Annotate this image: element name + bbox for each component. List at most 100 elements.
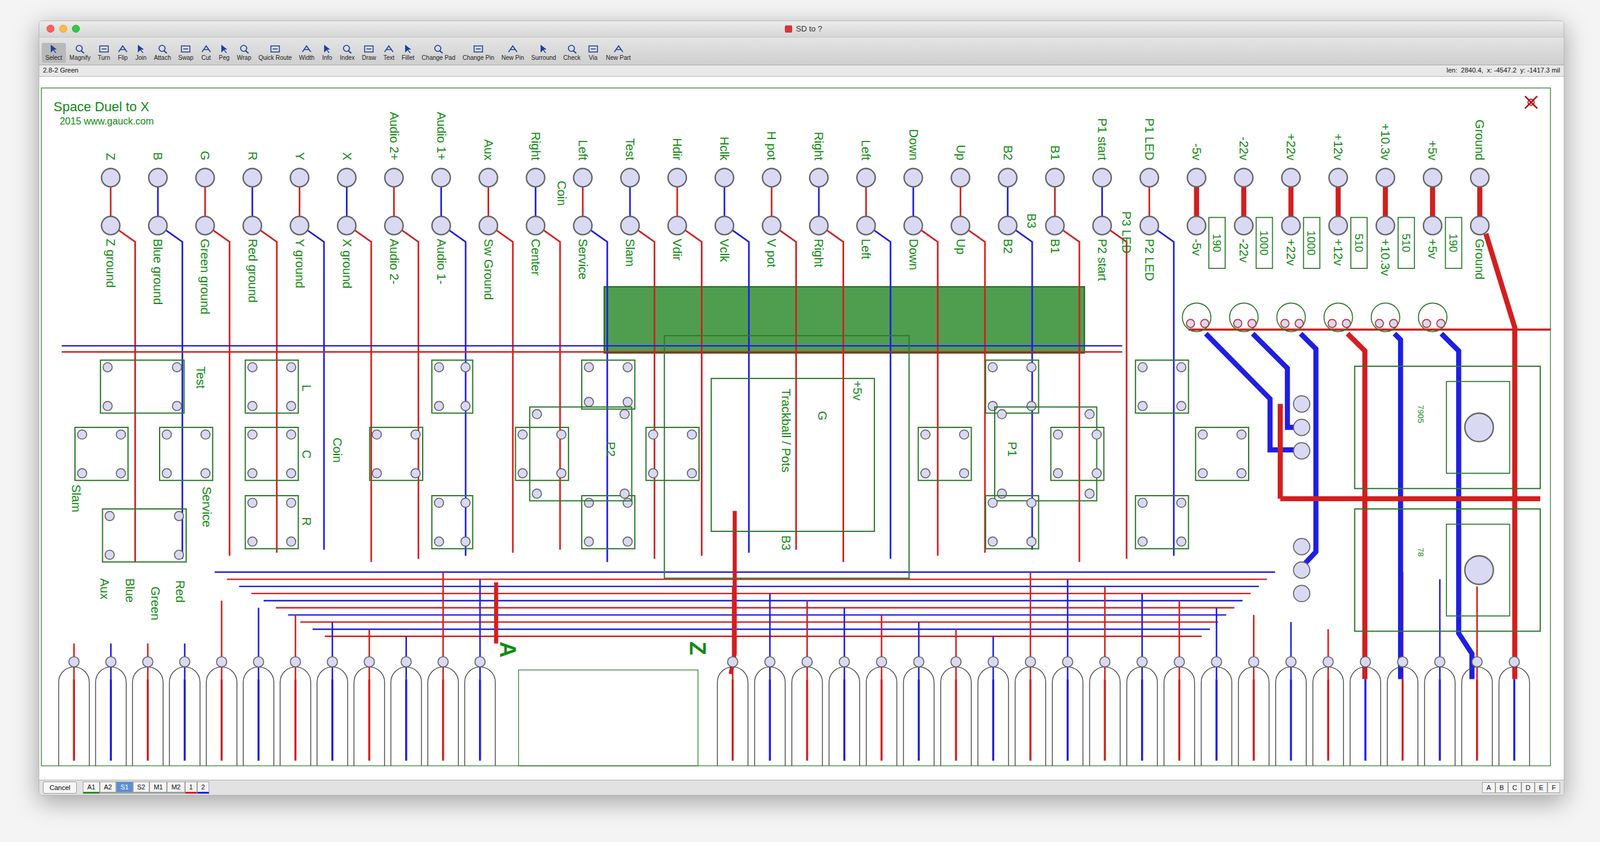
pad[interactable] <box>1234 216 1253 235</box>
toolbar-button[interactable]: Index <box>336 42 358 63</box>
edge-finger[interactable] <box>1387 656 1418 766</box>
pad[interactable] <box>998 216 1017 235</box>
edge-finger[interactable] <box>829 656 860 766</box>
pad[interactable] <box>195 168 215 187</box>
pad[interactable] <box>762 216 781 235</box>
pad[interactable] <box>951 168 970 187</box>
toolbar-button[interactable]: New Part <box>602 42 635 63</box>
pad[interactable] <box>431 168 450 187</box>
pcb-canvas[interactable]: 19010001000510510190Space Duel to X2015 … <box>39 76 1564 781</box>
part-outline[interactable] <box>369 427 423 481</box>
toolbar-button[interactable]: Fillet <box>397 42 418 63</box>
part-outline[interactable] <box>985 359 1039 414</box>
pad[interactable] <box>1140 168 1159 187</box>
pad[interactable] <box>809 216 828 235</box>
pad[interactable] <box>243 168 262 187</box>
pad[interactable] <box>148 216 167 235</box>
pad[interactable] <box>715 168 734 187</box>
led[interactable] <box>1182 302 1211 332</box>
layer-tab[interactable]: 1 <box>185 781 198 795</box>
toolbar-button[interactable]: Join <box>131 42 150 63</box>
resistor[interactable]: 190 <box>1208 217 1226 268</box>
led[interactable] <box>1276 302 1305 332</box>
part-outline[interactable] <box>74 427 129 481</box>
pad[interactable] <box>290 216 309 235</box>
pad[interactable] <box>715 216 734 235</box>
led[interactable] <box>1418 302 1448 332</box>
part-outline[interactable] <box>1135 359 1189 414</box>
edge-finger[interactable] <box>206 656 238 766</box>
layer-tab[interactable]: A2 <box>99 781 117 795</box>
edge-finger[interactable] <box>1164 656 1195 766</box>
part-outline[interactable] <box>515 427 569 481</box>
toolbar-button[interactable]: Text <box>379 42 398 63</box>
edge-finger[interactable] <box>390 656 422 766</box>
toolbar-button[interactable]: Select <box>41 42 66 63</box>
part-outline[interactable] <box>245 495 299 550</box>
layer-tab[interactable]: S2 <box>133 781 150 795</box>
layer-tab[interactable]: M1 <box>149 781 167 795</box>
edge-finger[interactable] <box>58 656 90 766</box>
resistor[interactable]: 190 <box>1445 217 1462 268</box>
part-outline[interactable] <box>431 495 473 550</box>
pad[interactable] <box>1376 168 1395 187</box>
pad[interactable] <box>573 168 592 187</box>
edge-finger[interactable] <box>427 656 459 766</box>
pad[interactable] <box>762 168 781 187</box>
pad[interactable] <box>856 168 875 187</box>
toolbar-button[interactable]: Check <box>559 42 585 63</box>
highlight-region[interactable] <box>604 286 1085 354</box>
edge-finger[interactable] <box>940 656 972 766</box>
pad[interactable] <box>478 216 498 235</box>
pad[interactable] <box>1423 168 1442 187</box>
pad[interactable] <box>431 216 450 235</box>
pad[interactable] <box>1187 168 1206 187</box>
part-outline[interactable] <box>100 359 184 414</box>
edge-finger[interactable] <box>316 656 348 766</box>
toolbar-button[interactable]: Flip <box>113 42 132 63</box>
toolbar-button[interactable]: Info <box>318 42 337 63</box>
edge-finger[interactable] <box>1201 656 1233 766</box>
pad[interactable] <box>384 216 403 235</box>
pad[interactable] <box>1329 216 1348 235</box>
part-outline[interactable] <box>664 335 910 579</box>
pad[interactable] <box>1045 216 1064 235</box>
resistor[interactable]: 510 <box>1350 217 1368 268</box>
regulator[interactable] <box>1293 365 1541 488</box>
pad[interactable] <box>526 216 545 235</box>
resistor[interactable]: 1000 <box>1255 217 1273 268</box>
page-tab[interactable]: F <box>1547 782 1561 794</box>
pad[interactable] <box>337 216 356 235</box>
edge-finger[interactable] <box>1126 656 1158 766</box>
led[interactable] <box>1371 302 1400 332</box>
regulator[interactable] <box>1293 509 1541 632</box>
part-outline[interactable] <box>102 509 187 563</box>
led[interactable] <box>1229 302 1258 332</box>
pad[interactable] <box>1423 216 1442 235</box>
toolbar-button[interactable]: Change Pad <box>417 42 459 63</box>
part-outline[interactable] <box>918 427 972 481</box>
pad[interactable] <box>101 216 120 235</box>
edge-finger[interactable] <box>1089 656 1121 766</box>
part-outline[interactable] <box>159 427 213 481</box>
resistor[interactable]: 1000 <box>1303 217 1321 268</box>
pad[interactable] <box>526 168 545 187</box>
toolbar-button[interactable]: Width <box>295 42 319 63</box>
pad[interactable] <box>1045 168 1064 187</box>
toolbar-button[interactable]: Draw <box>358 42 380 63</box>
part-outline[interactable] <box>994 406 1097 501</box>
pad[interactable] <box>573 216 592 235</box>
toolbar-button[interactable]: Swap <box>174 42 198 63</box>
edge-finger[interactable] <box>132 656 164 766</box>
traces[interactable] <box>61 186 1551 680</box>
pad[interactable] <box>1187 216 1206 235</box>
edge-finger[interactable] <box>243 656 274 766</box>
page-tab[interactable]: B <box>1495 782 1509 794</box>
edge-finger[interactable] <box>1275 656 1307 766</box>
edge-finger[interactable] <box>866 656 898 766</box>
pad[interactable] <box>1470 168 1489 187</box>
toolbar-button[interactable]: Surround <box>527 42 560 63</box>
minimize-button[interactable] <box>59 24 68 33</box>
pad[interactable] <box>337 168 356 187</box>
part-outline[interactable] <box>985 495 1039 550</box>
